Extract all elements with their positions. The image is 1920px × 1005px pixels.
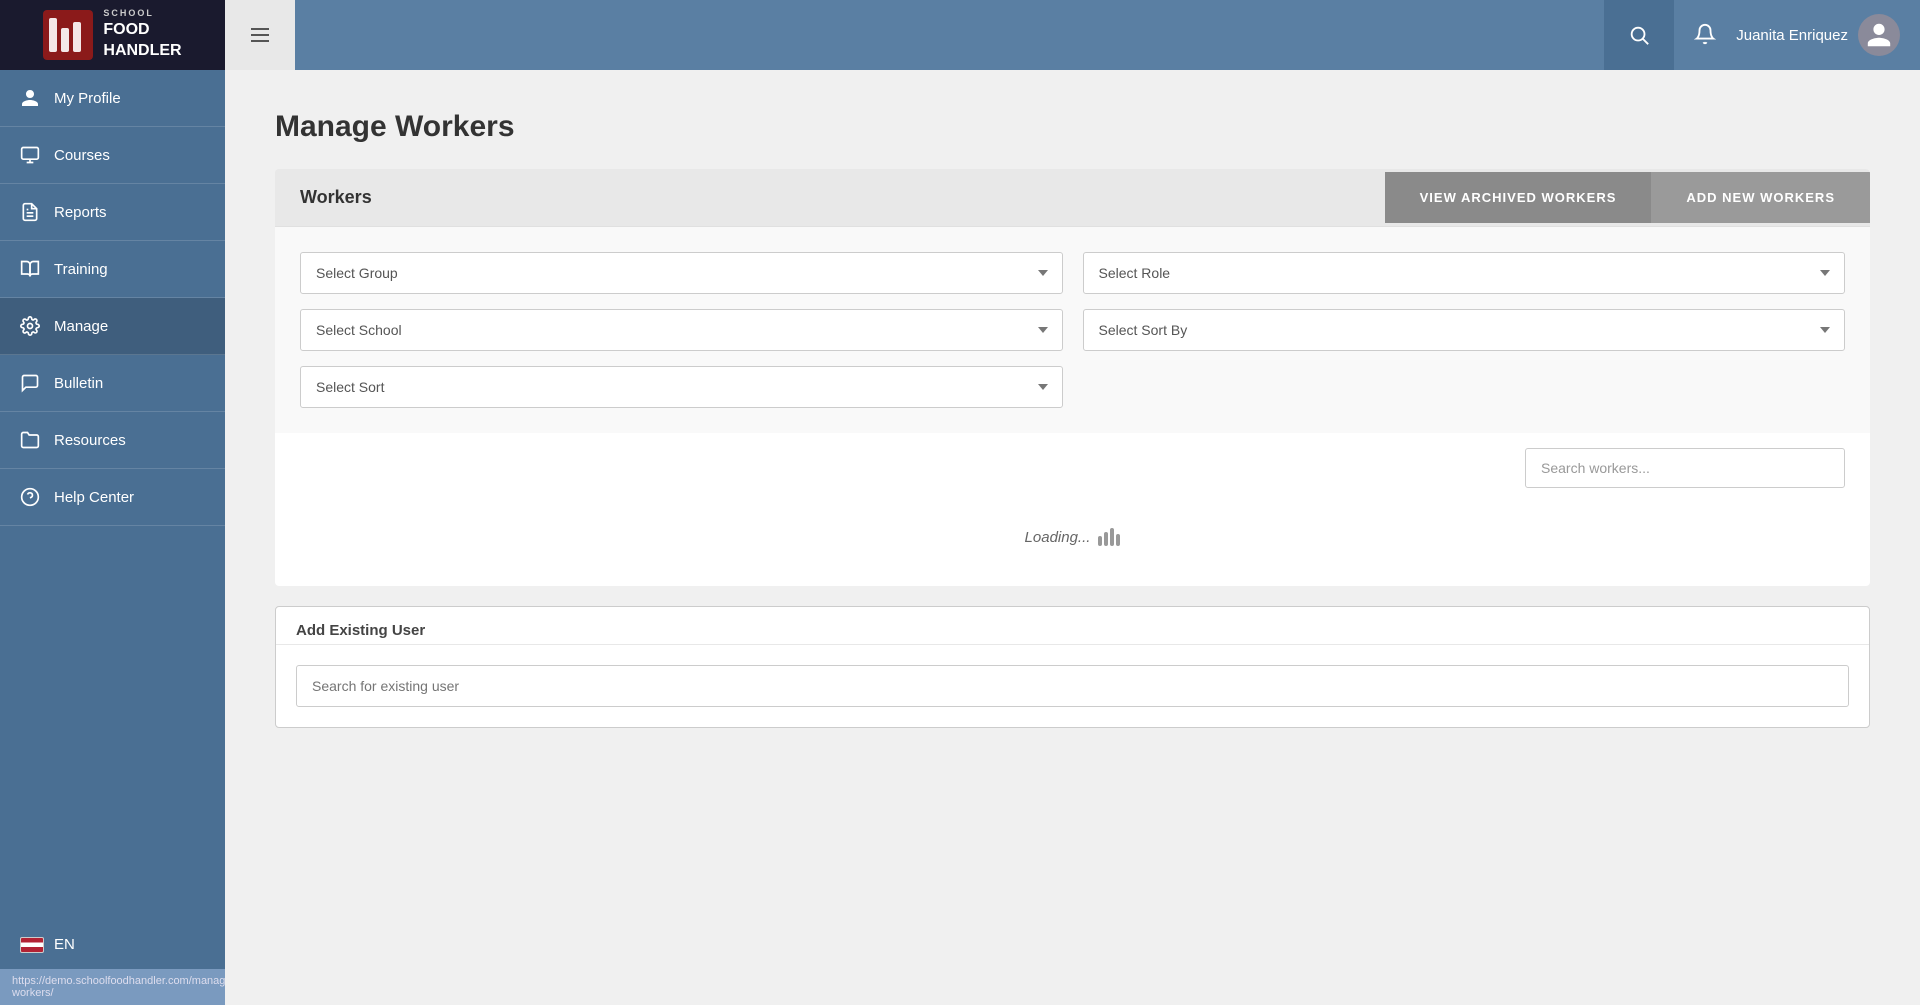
- logo-icon: [43, 10, 93, 60]
- view-archived-button[interactable]: VIEW ARCHIVED WORKERS: [1385, 172, 1652, 223]
- school-select-wrapper: Select School: [300, 309, 1063, 351]
- nav-spacer: [0, 526, 225, 920]
- avatar-icon: [1865, 21, 1893, 49]
- courses-icon: [20, 145, 40, 165]
- page-title: Manage Workers: [275, 110, 1870, 144]
- sidebar-label-courses: Courses: [54, 147, 110, 164]
- hamburger-icon: [248, 23, 272, 47]
- filter-row-1: Select Group Select Role: [300, 252, 1845, 294]
- search-area: [275, 433, 1870, 488]
- loading-bar-4: [1116, 534, 1120, 546]
- content-area: Manage Workers Workers VIEW ARCHIVED WOR…: [225, 70, 1920, 1005]
- search-workers-input[interactable]: [1525, 448, 1845, 488]
- sort-select-wrapper: Select Sort: [300, 366, 1063, 408]
- sidebar-item-manage[interactable]: Manage: [0, 298, 225, 355]
- user-info: Juanita Enriquez: [1736, 14, 1900, 56]
- bell-icon: [1694, 23, 1716, 45]
- school-select[interactable]: Select School: [300, 309, 1063, 351]
- existing-user-search-input[interactable]: [296, 665, 1849, 707]
- filter-row-2: Select School Select Sort By: [300, 309, 1845, 351]
- avatar: [1858, 14, 1900, 56]
- sort-by-select[interactable]: Select Sort By: [1083, 309, 1846, 351]
- workers-label: Workers: [275, 169, 1385, 226]
- logo-food: FOOD: [103, 20, 181, 41]
- hamburger-button[interactable]: [225, 0, 295, 70]
- header-right: Juanita Enriquez: [1674, 14, 1920, 56]
- main-container: My Profile Courses Reports: [0, 70, 1920, 1005]
- language-label: EN: [54, 936, 75, 953]
- filter-row-3: Select Sort: [300, 366, 1845, 408]
- sidebar-item-courses[interactable]: Courses: [0, 127, 225, 184]
- role-select-wrapper: Select Role: [1083, 252, 1846, 294]
- sidebar-label-bulletin: Bulletin: [54, 375, 103, 392]
- sidebar-item-training[interactable]: Training: [0, 241, 225, 298]
- group-select-wrapper: Select Group: [300, 252, 1063, 294]
- language-selector[interactable]: EN: [0, 920, 225, 969]
- sidebar-label-help-center: Help Center: [54, 489, 134, 506]
- user-name: Juanita Enriquez: [1736, 27, 1848, 44]
- loading-text: Loading...: [1025, 529, 1091, 546]
- logo-school: SCHOOL: [103, 8, 181, 20]
- bulletin-icon: [20, 373, 40, 393]
- sidebar-item-my-profile[interactable]: My Profile: [0, 70, 225, 127]
- user-icon: [20, 88, 40, 108]
- workers-card-header: Workers VIEW ARCHIVED WORKERS ADD NEW WO…: [275, 169, 1870, 226]
- sidebar-label-my-profile: My Profile: [54, 90, 121, 107]
- sort-select[interactable]: Select Sort: [300, 366, 1063, 408]
- add-user-body: [276, 645, 1869, 727]
- search-icon: [1628, 24, 1650, 46]
- sidebar-item-reports[interactable]: Reports: [0, 184, 225, 241]
- add-user-legend: Add Existing User: [276, 607, 1869, 645]
- manage-icon: [20, 316, 40, 336]
- sidebar-label-manage: Manage: [54, 318, 108, 335]
- sidebar-label-training: Training: [54, 261, 108, 278]
- sidebar-label-resources: Resources: [54, 432, 126, 449]
- add-existing-user-card: Add Existing User: [275, 606, 1870, 728]
- sort-by-select-wrapper: Select Sort By: [1083, 309, 1846, 351]
- sidebar-item-bulletin[interactable]: Bulletin: [0, 355, 225, 412]
- loading-bars: [1098, 528, 1120, 546]
- url-text: https://demo.schoolfoodhandler.com/manag…: [12, 975, 225, 999]
- sidebar-item-resources[interactable]: Resources: [0, 412, 225, 469]
- app-header: SCHOOL FOOD HANDLER Juanita Enriquez: [0, 0, 1920, 70]
- logo-handler: HANDLER: [103, 41, 181, 62]
- logo-text: SCHOOL FOOD HANDLER: [103, 8, 181, 61]
- reports-icon: [20, 202, 40, 222]
- logo-area: SCHOOL FOOD HANDLER: [0, 0, 225, 70]
- flag-icon: [20, 937, 44, 953]
- add-new-workers-button[interactable]: ADD NEW WORKERS: [1651, 172, 1870, 223]
- workers-card: Workers VIEW ARCHIVED WORKERS ADD NEW WO…: [275, 169, 1870, 586]
- search-button[interactable]: [1604, 0, 1674, 70]
- sidebar-item-help-center[interactable]: Help Center: [0, 469, 225, 526]
- sidebar-label-reports: Reports: [54, 204, 107, 221]
- sidebar: My Profile Courses Reports: [0, 70, 225, 1005]
- help-icon: [20, 487, 40, 507]
- loading-area: Loading...: [275, 488, 1870, 586]
- role-select[interactable]: Select Role: [1083, 252, 1846, 294]
- filters-area: Select Group Select Role Select School: [275, 226, 1870, 433]
- group-select[interactable]: Select Group: [300, 252, 1063, 294]
- loading-bar-1: [1098, 536, 1102, 546]
- training-icon: [20, 259, 40, 279]
- loading-bar-3: [1110, 528, 1114, 546]
- loading-bar-2: [1104, 532, 1108, 546]
- resources-icon: [20, 430, 40, 450]
- url-bar: https://demo.schoolfoodhandler.com/manag…: [0, 969, 225, 1005]
- notification-button[interactable]: [1694, 23, 1716, 48]
